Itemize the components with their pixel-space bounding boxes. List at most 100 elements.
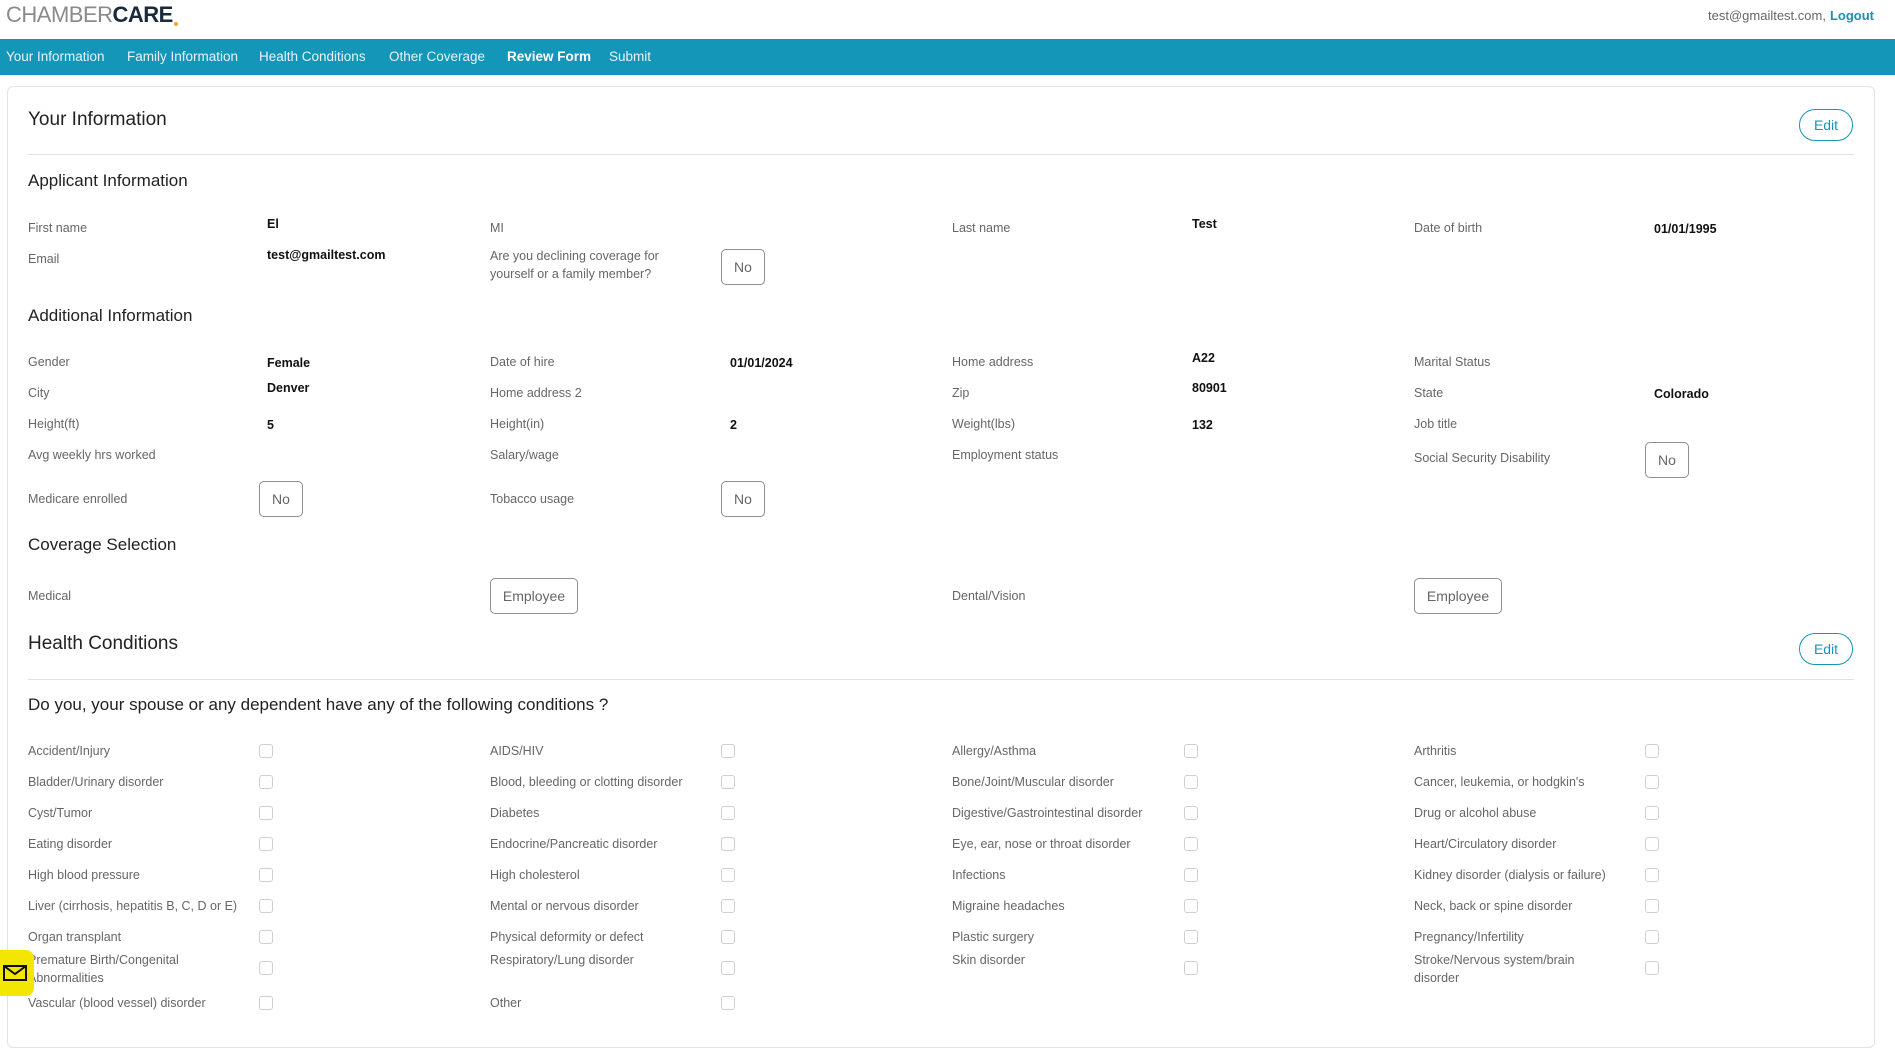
- condition-checkbox[interactable]: [1184, 744, 1198, 758]
- condition-checkbox[interactable]: [259, 775, 273, 789]
- additional-information-heading: Additional Information: [28, 306, 193, 325]
- condition-label: Drug or alcohol abuse: [1414, 806, 1537, 820]
- medical-value: Employee: [490, 578, 578, 614]
- condition-label: Bladder/Urinary disorder: [28, 775, 164, 789]
- health-conditions-title: Health Conditions: [28, 633, 178, 654]
- tobacco-usage-value: No: [721, 481, 765, 517]
- condition-checkbox[interactable]: [721, 930, 735, 944]
- condition-label: Heart/Circulatory disorder: [1414, 837, 1557, 851]
- condition-checkbox[interactable]: [721, 996, 735, 1010]
- condition-label: Stroke/Nervous system/brain disorder: [1414, 953, 1575, 985]
- nav-your-information[interactable]: Your Information: [6, 49, 105, 64]
- condition-checkbox[interactable]: [1645, 930, 1659, 944]
- condition-label: Physical deformity or defect: [490, 930, 644, 944]
- city-label: City: [28, 386, 50, 400]
- condition-checkbox[interactable]: [721, 775, 735, 789]
- condition-checkbox[interactable]: [1645, 868, 1659, 882]
- condition-label: Respiratory/Lung disorder: [490, 953, 634, 967]
- email-value: test@gmailtest.com: [267, 248, 386, 262]
- condition-checkbox[interactable]: [259, 930, 273, 944]
- condition-label: High cholesterol: [490, 868, 580, 882]
- condition-checkbox[interactable]: [721, 899, 735, 913]
- nav-health-conditions[interactable]: Health Conditions: [259, 49, 366, 64]
- social-security-disability-value: No: [1645, 442, 1689, 478]
- nav-submit[interactable]: Submit: [609, 49, 651, 64]
- home-address-value: A22: [1192, 351, 1215, 365]
- tobacco-usage-label: Tobacco usage: [490, 492, 575, 506]
- date-of-hire-label: Date of hire: [490, 355, 555, 369]
- condition-checkbox[interactable]: [259, 744, 273, 758]
- divider: [28, 154, 1854, 155]
- condition-checkbox[interactable]: [721, 868, 735, 882]
- condition-label: AIDS/HIV: [490, 744, 544, 758]
- condition-checkbox[interactable]: [259, 996, 273, 1010]
- edit-your-information-button[interactable]: Edit: [1799, 109, 1853, 141]
- user-email: test@gmailtest.com,: [1708, 8, 1826, 23]
- dob-label: Date of birth: [1414, 221, 1483, 235]
- condition-label: Arthritis: [1414, 744, 1457, 758]
- condition-checkbox[interactable]: [1645, 961, 1659, 975]
- condition-checkbox[interactable]: [1645, 899, 1659, 913]
- condition-checkbox[interactable]: [1184, 930, 1198, 944]
- height-ft-value: 5: [267, 418, 274, 432]
- mi-label: MI: [490, 221, 504, 235]
- condition-checkbox[interactable]: [1184, 961, 1198, 975]
- last-name-value: Test: [1192, 217, 1217, 231]
- condition-label: Mental or nervous disorder: [490, 899, 639, 913]
- condition-checkbox[interactable]: [259, 899, 273, 913]
- employment-status-label: Employment status: [952, 448, 1059, 462]
- condition-label: Skin disorder: [952, 953, 1025, 967]
- condition-checkbox[interactable]: [259, 806, 273, 820]
- feedback-button[interactable]: [0, 950, 34, 996]
- edit-health-conditions-button[interactable]: Edit: [1799, 633, 1853, 665]
- condition-checkbox[interactable]: [259, 961, 273, 975]
- nav-family-information[interactable]: Family Information: [127, 49, 238, 64]
- user-area: test@gmailtest.com, Logout: [1708, 8, 1874, 23]
- envelope-icon: [3, 965, 27, 981]
- condition-checkbox[interactable]: [1645, 744, 1659, 758]
- gender-label: Gender: [28, 355, 70, 369]
- condition-checkbox[interactable]: [721, 837, 735, 851]
- condition-checkbox[interactable]: [259, 868, 273, 882]
- main-nav: Your Information Family Information Heal…: [0, 39, 1895, 75]
- condition-label: Endocrine/Pancreatic disorder: [490, 837, 658, 851]
- condition-label: Bone/Joint/Muscular disorder: [952, 775, 1114, 789]
- condition-checkbox[interactable]: [259, 837, 273, 851]
- condition-checkbox[interactable]: [721, 744, 735, 758]
- condition-checkbox[interactable]: [1184, 806, 1198, 820]
- logo-dot: [173, 22, 178, 26]
- last-name-label: Last name: [952, 221, 1011, 235]
- chambercare-logo[interactable]: CHAMBERCARE: [6, 2, 178, 28]
- condition-label: Eating disorder: [28, 837, 113, 851]
- home-address-2-label: Home address 2: [490, 386, 582, 400]
- condition-checkbox[interactable]: [721, 806, 735, 820]
- height-ft-label: Height(ft): [28, 417, 80, 431]
- zip-label: Zip: [952, 386, 970, 400]
- social-security-disability-label: Social Security Disability: [1414, 451, 1551, 465]
- condition-checkbox[interactable]: [1184, 868, 1198, 882]
- condition-label: High blood pressure: [28, 868, 140, 882]
- condition-label: Allergy/Asthma: [952, 744, 1037, 758]
- condition-checkbox[interactable]: [1184, 837, 1198, 851]
- nav-review-form[interactable]: Review Form: [507, 49, 591, 64]
- review-card: Your Information Edit Applicant Informat…: [7, 86, 1875, 1048]
- condition-label: Cyst/Tumor: [28, 806, 93, 820]
- condition-checkbox[interactable]: [1184, 899, 1198, 913]
- condition-checkbox[interactable]: [721, 961, 735, 975]
- condition-label: Other: [490, 996, 522, 1010]
- condition-label: Infections: [952, 868, 1006, 882]
- condition-checkbox[interactable]: [1645, 837, 1659, 851]
- condition-label: Migraine headaches: [952, 899, 1065, 913]
- medical-label: Medical: [28, 589, 72, 603]
- state-label: State: [1414, 386, 1444, 400]
- dob-value: 01/01/1995: [1654, 222, 1717, 236]
- condition-checkbox[interactable]: [1184, 775, 1198, 789]
- logout-link[interactable]: Logout: [1830, 8, 1874, 23]
- condition-label: Kidney disorder (dialysis or failure): [1414, 868, 1606, 882]
- condition-label: Neck, back or spine disorder: [1414, 899, 1573, 913]
- salary-wage-label: Salary/wage: [490, 448, 559, 462]
- condition-checkbox[interactable]: [1645, 775, 1659, 789]
- nav-other-coverage[interactable]: Other Coverage: [389, 49, 485, 64]
- condition-checkbox[interactable]: [1645, 806, 1659, 820]
- height-in-value: 2: [730, 418, 737, 432]
